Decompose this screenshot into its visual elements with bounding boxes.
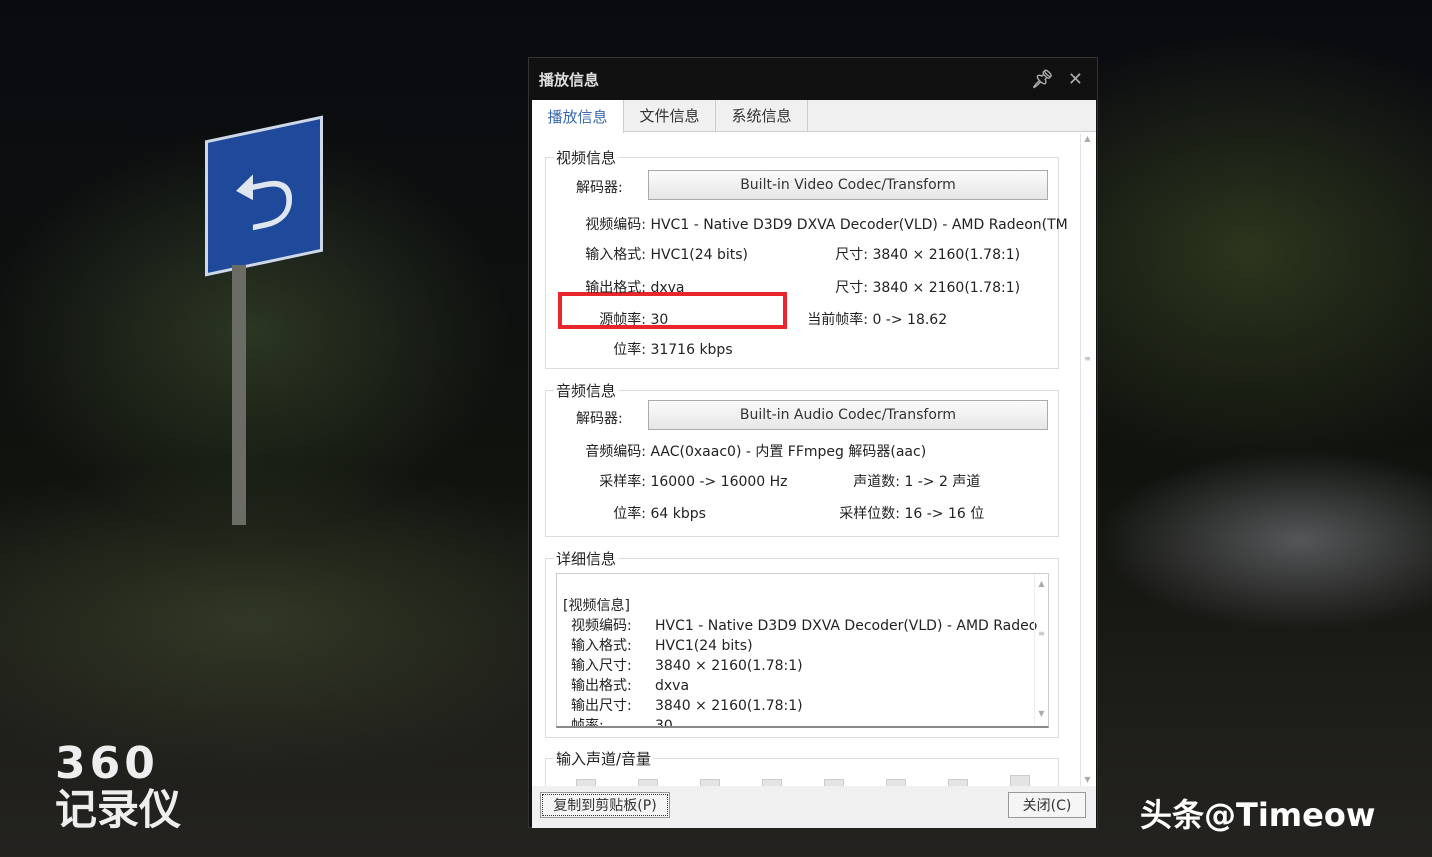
copy-to-clipboard-button[interactable]: 复制到剪贴板(P) [540,792,670,818]
tab-playback-info[interactable]: 播放信息 [532,100,624,133]
tab-bar: 播放信息 文件信息 系统信息 [532,100,1096,132]
dialog-titlebar: 播放信息 📌︎ ✕ [529,58,1097,100]
u-turn-icon: ⮌ [232,136,296,286]
bitdepth-value: 16 -> 16 位 [904,506,984,522]
detail-info-group: 详细信息 [视频信息] 视频编码:HVC1 - Native D3D9 DXVA… [545,558,1059,738]
u-turn-sign: ⮌ [205,115,323,276]
dialog-title: 播放信息 [539,69,599,90]
audio-codec-label: 音频编码: [560,441,646,461]
current-fps-label: 当前帧率: [786,309,868,329]
video-decoder-button[interactable]: Built-in Video Codec/Transform [648,170,1048,200]
playback-info-dialog: 播放信息 📌︎ ✕ 播放信息 文件信息 系统信息 ▲≡▼ 视频信息 解码器: Bu… [528,57,1098,828]
dashcam-logo: 360 记录仪 [55,742,181,834]
audio-bitrate-value: 64 kbps [650,506,705,522]
output-format-value: dxva [650,280,684,296]
video-info-heading: 视频信息 [554,147,618,168]
video-bitrate-value: 31716 kbps [650,342,732,358]
audio-codec-value: AAC(0xaac0) - 内置 FFmpeg 解码器(aac) [650,444,926,460]
dialog-footer: 复制到剪贴板(P) 关闭(C) [532,786,1096,828]
channel-volume-heading: 输入声道/音量 [554,748,653,769]
audio-decoder-button[interactable]: Built-in Audio Codec/Transform [648,400,1048,430]
video-bitrate-label: 位率: [560,339,646,359]
close-icon[interactable]: ✕ [1068,69,1083,90]
tab-file-info[interactable]: 文件信息 [624,100,716,131]
audio-info-heading: 音频信息 [554,380,618,401]
video-info-group: 视频信息 解码器: Built-in Video Codec/Transform… [545,157,1059,369]
scrollbar[interactable]: ▲≡▼ [1080,134,1094,786]
samplerate-value: 16000 -> 16000 Hz [650,474,787,490]
video-codec-value: HVC1 - Native D3D9 DXVA Decoder(VLD) - A… [650,217,1067,233]
audio-bitrate-label: 位率: [560,503,646,523]
detail-line: 输出尺寸:3840 × 2160(1.78:1) [563,696,1048,716]
detail-section-title: [视频信息] [563,596,1048,616]
input-size-value: 3840 × 2160(1.78:1) [872,247,1020,263]
pin-icon[interactable]: 📌︎ [1031,69,1054,90]
detail-textbox[interactable]: [视频信息] 视频编码:HVC1 - Native D3D9 DXVA Deco… [556,573,1049,728]
sign-pole [232,265,246,525]
video-decoder-label: 解码器: [576,177,623,197]
detail-info-heading: 详细信息 [554,548,618,569]
channels-label: 声道数: [816,471,900,491]
detail-line: 输出格式:dxva [563,676,1048,696]
source-fps-value: 30 [650,312,668,328]
detail-line: 输入格式:HVC1(24 bits) [563,636,1048,656]
input-format-value: HVC1(24 bits) [650,247,748,263]
logo-text: 记录仪 [55,786,181,834]
logo-number: 360 [55,742,181,786]
close-button[interactable]: 关闭(C) [1008,792,1086,818]
detail-line: 帧率:30 [563,716,1048,728]
output-format-label: 输出格式: [560,277,646,297]
current-fps-value: 0 -> 18.62 [872,312,947,328]
watermark: 头条@Timeow [1140,790,1375,836]
output-size-label: 尺寸: [796,277,868,297]
video-codec-label: 视频编码: [560,214,646,234]
channels-value: 1 -> 2 声道 [904,474,980,490]
samplerate-label: 采样率: [560,471,646,491]
output-size-value: 3840 × 2160(1.78:1) [872,280,1020,296]
audio-info-group: 音频信息 解码器: Built-in Audio Codec/Transform… [545,390,1059,537]
input-format-label: 输入格式: [560,244,646,264]
audio-decoder-label: 解码器: [576,408,623,428]
detail-line: 视频编码:HVC1 - Native D3D9 DXVA Decoder(VLD… [563,616,1048,636]
detail-scrollbar[interactable]: ▲≡▼ [1034,574,1048,726]
input-size-label: 尺寸: [796,244,868,264]
bitdepth-label: 采样位数: [816,503,900,523]
tab-system-info[interactable]: 系统信息 [716,100,808,131]
source-fps-label: 源帧率: [560,309,646,329]
detail-line: 输入尺寸:3840 × 2160(1.78:1) [563,656,1048,676]
